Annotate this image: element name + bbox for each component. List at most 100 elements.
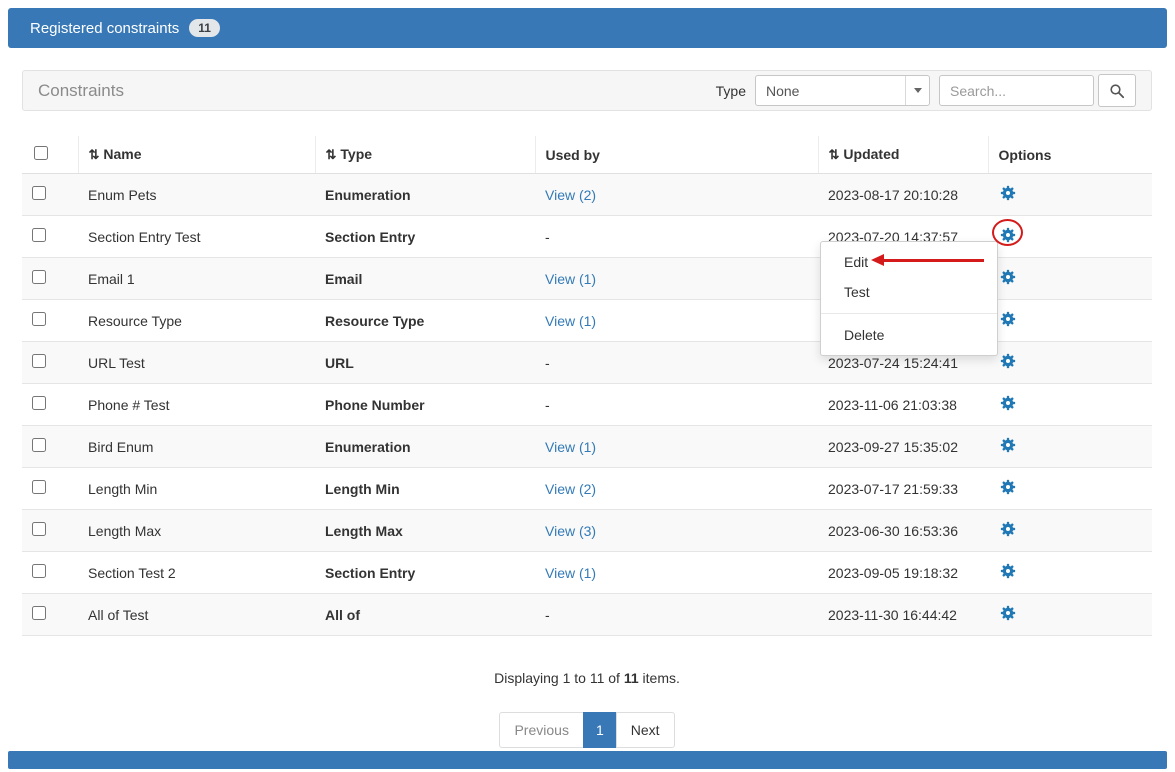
table-row: Length Min Length Min View (2) 2023-07-1…: [22, 468, 1152, 510]
options-context-menu: Edit Test Delete: [820, 241, 998, 356]
used-by-link[interactable]: View (1): [545, 271, 596, 287]
row-checkbox[interactable]: [32, 396, 46, 410]
row-checkbox[interactable]: [32, 270, 46, 284]
row-checkbox[interactable]: [32, 438, 46, 452]
constraint-type: Length Max: [315, 510, 535, 552]
search-group: [939, 74, 1136, 107]
pagination-page-1[interactable]: 1: [583, 712, 617, 748]
sort-icon: ⇅: [89, 147, 99, 162]
search-input[interactable]: [939, 75, 1094, 106]
menu-item-delete[interactable]: Delete: [821, 320, 997, 350]
row-checkbox[interactable]: [32, 522, 46, 536]
main-content: Constraints Type None: [22, 70, 1152, 748]
type-filter-value: None: [766, 83, 799, 99]
constraint-type: All of: [315, 594, 535, 636]
used-by-link[interactable]: View (2): [545, 187, 596, 203]
row-options-button[interactable]: [998, 311, 1016, 327]
constraint-type: Enumeration: [315, 174, 535, 216]
column-header-used-by: Used by: [535, 136, 818, 174]
table-row: Length Max Length Max View (3) 2023-06-3…: [22, 510, 1152, 552]
search-icon: [1109, 83, 1125, 99]
row-options-button[interactable]: [998, 563, 1016, 579]
constraint-type: Phone Number: [315, 384, 535, 426]
gear-icon: [1000, 353, 1016, 369]
gear-icon: [1000, 269, 1016, 285]
table-header-row: ⇅Name ⇅Type Used by ⇅Updated Options: [22, 136, 1152, 174]
page-footer-bar: [8, 751, 1167, 769]
gear-icon: [1000, 437, 1016, 453]
page: Registered constraints 11 Constraints Ty…: [0, 0, 1175, 772]
constraint-name: Bird Enum: [78, 426, 315, 468]
row-options-button[interactable]: [998, 353, 1016, 369]
constraints-toolbar: Constraints Type None: [22, 70, 1152, 111]
row-checkbox[interactable]: [32, 228, 46, 242]
constraint-name: Phone # Test: [78, 384, 315, 426]
used-by-link[interactable]: View (1): [545, 313, 596, 329]
gear-icon: [1000, 521, 1016, 537]
row-options-button[interactable]: [998, 479, 1016, 495]
results-summary: Displaying 1 to 11 of 11 items.: [22, 670, 1152, 686]
table-row: Phone # Test Phone Number - 2023-11-06 2…: [22, 384, 1152, 426]
row-options-button[interactable]: [998, 185, 1016, 201]
column-header-name[interactable]: ⇅Name: [78, 136, 315, 174]
menu-divider: [821, 313, 997, 314]
row-checkbox[interactable]: [32, 564, 46, 578]
row-checkbox[interactable]: [32, 312, 46, 326]
constraint-name: Section Entry Test: [78, 216, 315, 258]
row-checkbox[interactable]: [32, 480, 46, 494]
pagination-next[interactable]: Next: [616, 712, 675, 748]
column-header-type[interactable]: ⇅Type: [315, 136, 535, 174]
constraints-table: ⇅Name ⇅Type Used by ⇅Updated Options: [22, 136, 1152, 636]
page-header: Registered constraints 11: [8, 8, 1167, 48]
used-by-empty: -: [545, 229, 550, 245]
updated-timestamp: 2023-11-06 21:03:38: [818, 384, 988, 426]
row-options-button[interactable]: [998, 521, 1016, 537]
constraint-name: Email 1: [78, 258, 315, 300]
count-badge: 11: [189, 19, 220, 37]
chevron-down-icon: [914, 88, 922, 93]
row-options-button[interactable]: [998, 269, 1016, 285]
constraint-type: URL: [315, 342, 535, 384]
constraint-name: URL Test: [78, 342, 315, 384]
pagination: Previous 1 Next: [22, 712, 1152, 748]
updated-timestamp: 2023-08-17 20:10:28: [818, 174, 988, 216]
row-options-button[interactable]: [998, 605, 1016, 621]
constraint-type: Email: [315, 258, 535, 300]
used-by-empty: -: [545, 355, 550, 371]
menu-item-edit[interactable]: Edit: [821, 247, 997, 277]
row-options-button[interactable]: [998, 395, 1016, 411]
gear-icon: [1000, 227, 1016, 243]
column-header-updated[interactable]: ⇅Updated: [818, 136, 988, 174]
used-by-empty: -: [545, 397, 550, 413]
constraint-name: All of Test: [78, 594, 315, 636]
type-filter-select[interactable]: None: [755, 75, 930, 106]
gear-icon: [1000, 479, 1016, 495]
row-checkbox[interactable]: [32, 186, 46, 200]
constraint-name: Resource Type: [78, 300, 315, 342]
row-options-button[interactable]: [998, 227, 1016, 243]
sort-icon: ⇅: [829, 147, 839, 162]
constraint-type: Enumeration: [315, 426, 535, 468]
gear-icon: [1000, 311, 1016, 327]
gear-icon: [1000, 605, 1016, 621]
table-row: Enum Pets Enumeration View (2) 2023-08-1…: [22, 174, 1152, 216]
select-all-checkbox[interactable]: [34, 146, 48, 160]
gear-icon: [1000, 395, 1016, 411]
row-options-button[interactable]: [998, 437, 1016, 453]
pagination-previous[interactable]: Previous: [499, 712, 583, 748]
menu-item-test[interactable]: Test: [821, 277, 997, 307]
constraint-name: Section Test 2: [78, 552, 315, 594]
used-by-link[interactable]: View (3): [545, 523, 596, 539]
used-by-link[interactable]: View (2): [545, 481, 596, 497]
gear-icon: [1000, 185, 1016, 201]
used-by-link[interactable]: View (1): [545, 439, 596, 455]
toolbar-controls: Type None: [716, 74, 1136, 107]
row-checkbox[interactable]: [32, 354, 46, 368]
updated-timestamp: 2023-11-30 16:44:42: [818, 594, 988, 636]
search-button[interactable]: [1098, 74, 1136, 107]
page-title: Registered constraints: [30, 20, 179, 37]
constraint-name: Length Min: [78, 468, 315, 510]
constraint-name: Length Max: [78, 510, 315, 552]
used-by-link[interactable]: View (1): [545, 565, 596, 581]
row-checkbox[interactable]: [32, 606, 46, 620]
